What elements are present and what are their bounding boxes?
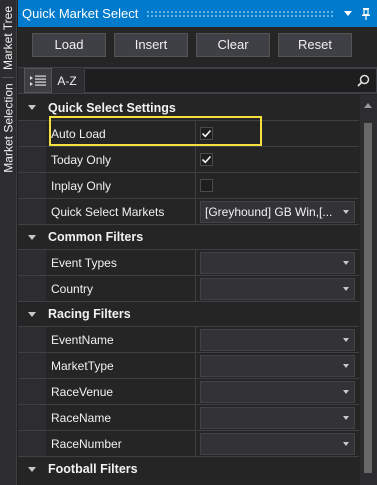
category-label: Quick Select Settings xyxy=(48,100,176,115)
inplay-only-checkbox[interactable] xyxy=(200,179,213,192)
collapse-arrow-icon[interactable] xyxy=(18,311,46,317)
property-name: EventName xyxy=(46,327,196,352)
category-football-filters[interactable]: Football Filters xyxy=(18,456,359,481)
property-name: Event Types xyxy=(46,250,196,275)
scrollbar-thumb[interactable] xyxy=(364,123,372,473)
alphabetical-sort-button[interactable]: A-Z xyxy=(52,68,82,93)
tab-market-selection-label: Market Selection xyxy=(1,83,16,173)
collapse-arrow-icon[interactable] xyxy=(18,466,46,472)
categorized-list-icon[interactable] xyxy=(24,68,52,93)
tab-divider xyxy=(2,77,14,78)
search-icon[interactable] xyxy=(357,74,370,87)
property-name: RaceNumber xyxy=(46,431,196,456)
country-dropdown[interactable] xyxy=(200,277,355,300)
today-only-checkbox[interactable] xyxy=(200,153,213,166)
collapse-arrow-icon[interactable] xyxy=(18,234,46,240)
property-name: RaceVenue xyxy=(46,379,196,404)
reset-button[interactable]: Reset xyxy=(278,32,352,57)
load-button[interactable]: Load xyxy=(32,32,106,57)
side-tab-strip: Market Tree Market Selection xyxy=(0,0,17,485)
chevron-down-icon xyxy=(343,389,349,394)
chevron-down-icon xyxy=(343,337,349,342)
search-input[interactable] xyxy=(85,69,376,92)
chevron-down-icon xyxy=(343,363,349,368)
property-grid: Quick Select Settings Auto Load Today On… xyxy=(18,95,359,485)
race-name-dropdown[interactable] xyxy=(200,406,355,429)
property-grid-toolbar: A-Z xyxy=(18,67,377,94)
chevron-down-icon xyxy=(343,209,349,214)
property-row-race-number: RaceNumber xyxy=(18,430,359,456)
property-name: Inplay Only xyxy=(46,173,196,198)
tab-market-tree[interactable]: Market Tree xyxy=(0,0,17,75)
property-row-auto-load: Auto Load xyxy=(18,120,359,146)
race-number-dropdown[interactable] xyxy=(200,432,355,455)
property-row-quick-select-markets: Quick Select Markets [Greyhound] GB Win,… xyxy=(18,198,359,224)
property-row-race-name: RaceName xyxy=(18,404,359,430)
category-label: Football Filters xyxy=(48,462,138,476)
market-type-dropdown[interactable] xyxy=(200,354,355,377)
event-types-dropdown[interactable] xyxy=(200,251,355,274)
dropdown-value: [Greyhound] GB Win,[... xyxy=(205,204,333,219)
panel-title: Quick Market Select xyxy=(22,6,139,21)
insert-button[interactable]: Insert xyxy=(114,32,188,57)
quick-select-markets-dropdown[interactable]: [Greyhound] GB Win,[... xyxy=(200,200,355,223)
chevron-down-icon xyxy=(343,415,349,420)
race-venue-dropdown[interactable] xyxy=(200,380,355,403)
property-name: Auto Load xyxy=(46,121,196,146)
property-name: Quick Select Markets xyxy=(46,199,196,224)
tab-market-selection[interactable]: Market Selection xyxy=(0,80,17,176)
vertical-scrollbar[interactable] xyxy=(360,95,377,485)
property-name: MarketType xyxy=(46,353,196,378)
category-quick-select-settings[interactable]: Quick Select Settings xyxy=(18,95,359,120)
tab-market-tree-label: Market Tree xyxy=(1,5,16,70)
property-name: Country xyxy=(46,276,196,301)
action-button-row: Load Insert Clear Reset xyxy=(18,27,377,62)
property-row-today-only: Today Only xyxy=(18,146,359,172)
panel-titlebar[interactable]: Quick Market Select xyxy=(18,0,377,27)
event-name-dropdown[interactable] xyxy=(200,328,355,351)
property-name: Today Only xyxy=(46,147,196,172)
scroll-up-arrow-icon[interactable] xyxy=(364,103,372,108)
category-label: Racing Filters xyxy=(48,307,131,321)
property-row-country: Country xyxy=(18,275,359,301)
chevron-down-icon xyxy=(343,286,349,291)
property-row-market-type: MarketType xyxy=(18,352,359,378)
category-label: Common Filters xyxy=(48,230,144,244)
search-box[interactable] xyxy=(84,68,377,93)
property-name: RaceName xyxy=(46,405,196,430)
chevron-down-icon xyxy=(343,260,349,265)
titlebar-grip xyxy=(146,10,333,17)
collapse-arrow-icon[interactable] xyxy=(18,105,46,110)
property-row-inplay-only: Inplay Only xyxy=(18,172,359,198)
property-row-event-name: EventName xyxy=(18,326,359,352)
auto-load-checkbox[interactable] xyxy=(200,127,213,140)
triangle-down-icon[interactable] xyxy=(341,7,355,21)
property-row-event-types: Event Types xyxy=(18,249,359,275)
category-common-filters[interactable]: Common Filters xyxy=(18,224,359,249)
pin-icon[interactable] xyxy=(359,7,373,21)
clear-button[interactable]: Clear xyxy=(196,32,270,57)
quick-market-select-panel: Quick Market Select Load Insert Clear Re… xyxy=(18,0,377,485)
category-racing-filters[interactable]: Racing Filters xyxy=(18,301,359,326)
chevron-down-icon xyxy=(343,441,349,446)
property-row-race-venue: RaceVenue xyxy=(18,378,359,404)
